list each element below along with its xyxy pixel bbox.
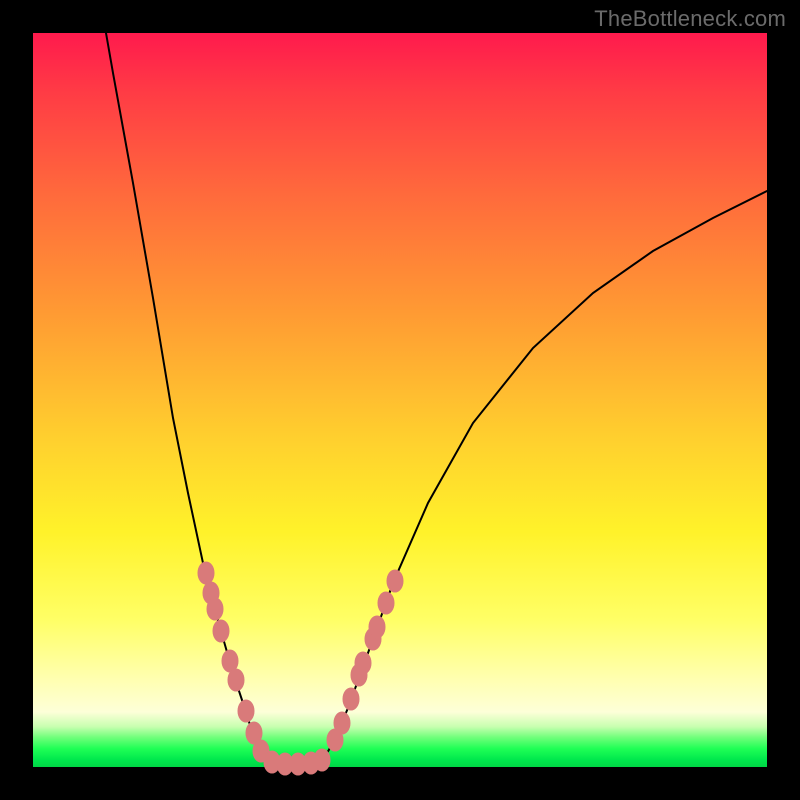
curve-right-branch <box>321 191 767 763</box>
marker-point <box>213 620 229 642</box>
chart-frame: TheBottleneck.com <box>0 0 800 800</box>
marker-point <box>238 700 254 722</box>
marker-point <box>343 688 359 710</box>
watermark-text: TheBottleneck.com <box>594 6 786 32</box>
marker-point <box>314 749 330 771</box>
marker-point <box>334 712 350 734</box>
marker-group <box>198 562 403 775</box>
marker-point <box>369 616 385 638</box>
plot-area <box>33 33 767 767</box>
marker-point <box>228 669 244 691</box>
curve-left-branch <box>106 33 271 763</box>
marker-point <box>207 598 223 620</box>
marker-point <box>198 562 214 584</box>
marker-point <box>355 652 371 674</box>
curve-svg <box>33 33 767 767</box>
marker-point <box>387 570 403 592</box>
marker-point <box>378 592 394 614</box>
